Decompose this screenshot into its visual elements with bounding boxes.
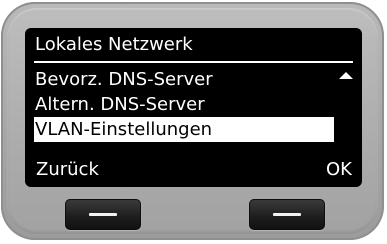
softkey-bar: Zurück OK [25,158,362,187]
menu-item-altern-dns-server[interactable]: Altern. DNS-Server [34,92,334,117]
softkey-left-label: Zurück [36,159,99,180]
softkey-right-label: OK [326,159,352,180]
right-softkey-button[interactable] [249,199,325,230]
phone-body: Lokales Netzwerk Bevorz. DNS-Server Alte… [1,2,384,240]
title-divider [34,61,353,63]
display-screen: Lokales Netzwerk Bevorz. DNS-Server Alte… [25,28,362,187]
menu-item-bevorz-dns-server[interactable]: Bevorz. DNS-Server [34,67,334,92]
softkey-bar-icon [89,213,117,216]
softkey-bar-icon [273,213,301,216]
menu-list: Bevorz. DNS-Server Altern. DNS-Server VL… [34,67,334,142]
left-softkey-button[interactable] [65,199,141,230]
screen-title: Lokales Netzwerk [35,34,193,55]
menu-item-vlan-einstellungen[interactable]: VLAN-Einstellungen [34,117,334,142]
scroll-up-arrow-icon [339,72,353,79]
